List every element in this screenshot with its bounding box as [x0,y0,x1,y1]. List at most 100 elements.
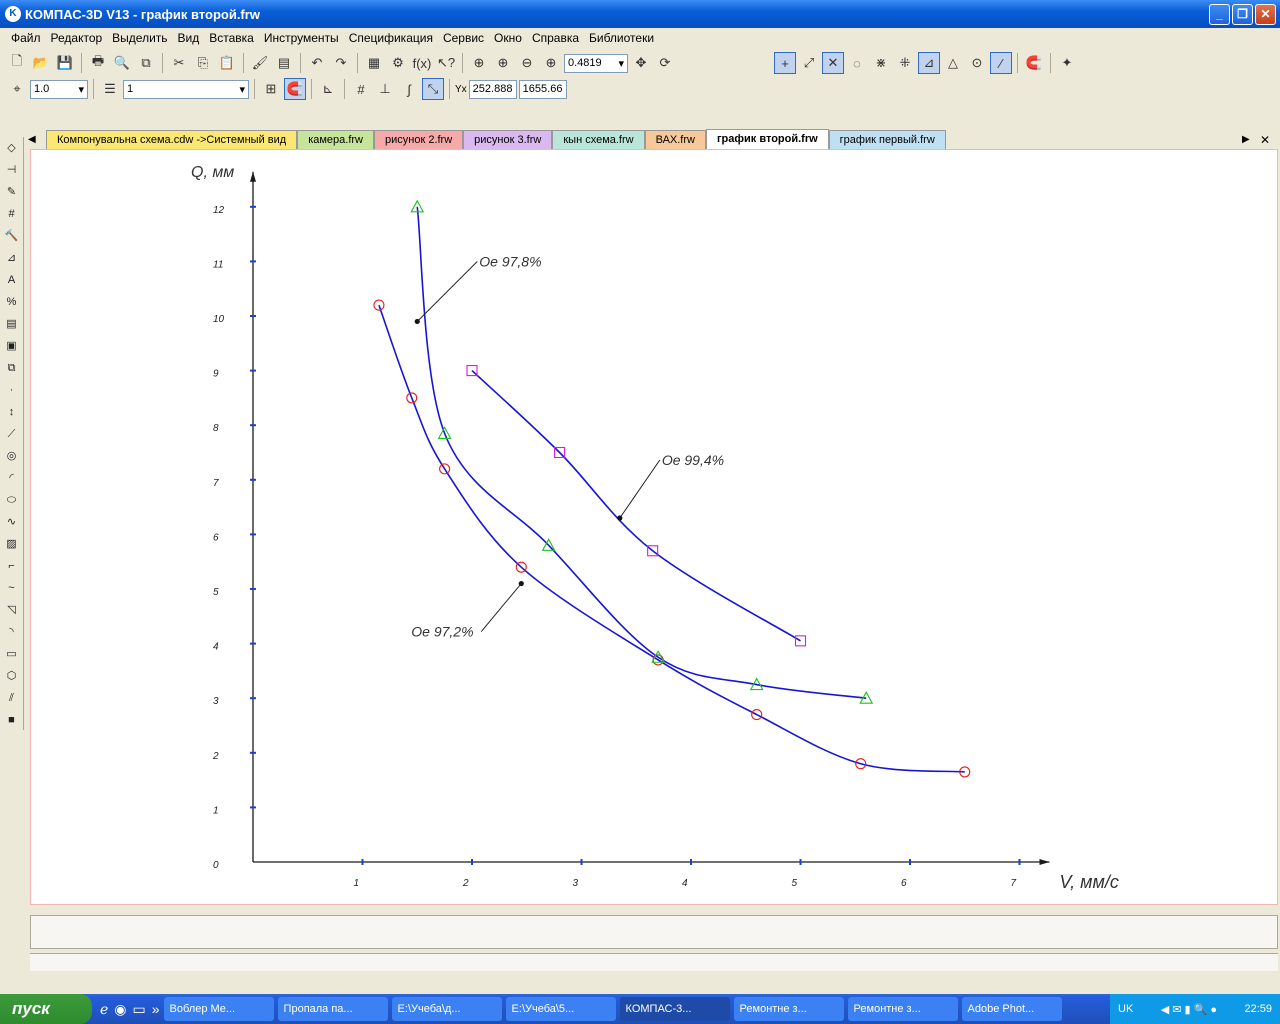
zoom-window-icon[interactable]: ⊕ [468,52,490,74]
save-icon[interactable]: 💾 [54,52,76,74]
task-2[interactable]: Пропала па... [277,997,388,1021]
round-icon[interactable]: ∫ [398,78,420,100]
insert-icon[interactable]: ▣ [0,335,23,357]
document-tab[interactable]: график второй.frw [705,129,829,149]
zoom-out-icon[interactable]: ⊖ [516,52,538,74]
ortho-icon[interactable]: ⊾ [317,78,339,100]
help-pointer-icon[interactable]: ↖? [435,52,457,74]
refresh-icon[interactable]: ⟳ [654,52,676,74]
document-tab[interactable]: график первый.frw [828,130,946,149]
open-file-icon[interactable]: 📂 [30,52,52,74]
tray-icons[interactable]: ◀ ✉ ▮ 🔍 ● [1161,1003,1217,1016]
coordinate-system-icon[interactable]: ⊥ [374,78,396,100]
zoom-combo[interactable]: 0.4819 ▾ [564,53,628,73]
point-icon[interactable]: · [0,379,23,401]
task-4[interactable]: E:\Учеба\5... [505,997,616,1021]
spline-icon[interactable]: ~ [0,577,23,599]
zoom-scale-icon[interactable]: ⊕ [540,52,562,74]
local-cs-icon[interactable]: ⊞ [260,78,282,100]
tree-icon[interactable]: ▦ [363,52,385,74]
document-tab[interactable]: рисунок 3.frw [463,130,553,149]
task-1[interactable]: Воблер Ме... [163,997,274,1021]
paste-icon[interactable]: 📋 [216,52,238,74]
document-tab[interactable]: рисунок 2.frw [374,130,464,149]
desktop-icon[interactable]: ▭ [133,1001,146,1018]
variables-icon[interactable]: f(x) [411,52,433,74]
menu-service[interactable]: Сервис [438,31,489,45]
task-5[interactable]: КОМПАС-3... [619,997,730,1021]
document-tab[interactable]: кын схема.frw [552,130,645,149]
start-button[interactable]: пуск [0,994,92,1024]
grid-icon[interactable]: # [350,78,372,100]
snap-center-icon[interactable]: ⊙ [966,52,988,74]
dimensions-icon[interactable]: ⊣ [0,159,23,181]
snap-tangent-icon[interactable]: ◌ [846,52,868,74]
cut-icon[interactable]: ✂ [168,52,190,74]
library-icon[interactable]: ⚙ [387,52,409,74]
document-tab[interactable]: Компонувальна схема.cdw ->Системный вид [46,130,298,149]
step-cursor-icon[interactable]: ⌖ [6,78,28,100]
menu-specification[interactable]: Спецификация [344,31,438,45]
properties-icon[interactable]: 🖌 [249,52,271,74]
hatch-icon[interactable]: ▨ [0,533,23,555]
measure-icon[interactable]: ⊿ [0,247,23,269]
menu-tools[interactable]: Инструменты [259,31,344,45]
segment-icon[interactable]: ⟋ [0,423,23,445]
fillet-icon[interactable]: ◝ [0,621,23,643]
new-file-icon[interactable]: 🗋 [6,52,28,74]
more-icon[interactable]: » [152,1001,160,1018]
magnet-icon[interactable]: 🧲 [1023,52,1045,74]
snap-options-icon[interactable]: ✦ [1056,52,1078,74]
task-7[interactable]: Ремонтне з... [847,997,958,1021]
chamfer-icon[interactable]: ◹ [0,599,23,621]
snap-grid-icon[interactable]: ⁜ [894,52,916,74]
drawing-canvas[interactable]: 1 2 3 4 5 6 7 0 1 2 3 4 5 6 7 8 9 10 11 12 V, мм/с Q, мм Oe 97… [30,149,1278,905]
parametrization-icon[interactable]: 🔨 [0,225,23,247]
snap-on-curve-icon[interactable]: ⁄ [990,52,1012,74]
table-icon[interactable]: ▤ [273,52,295,74]
polyline-icon[interactable]: ⌐ [0,555,23,577]
bezier-icon[interactable]: ∿ [0,511,23,533]
document-tab[interactable]: ВАХ.frw [644,130,706,149]
menu-insert[interactable]: Вставка [204,31,259,45]
zoom-in-icon[interactable]: ⊕ [492,52,514,74]
preview-icon[interactable]: 🔍 [111,52,133,74]
equidistant-icon[interactable]: ⫽ [0,687,23,709]
geometry-icon[interactable]: ◇ [0,137,23,159]
rectangle-icon[interactable]: ▭ [0,643,23,665]
pan-icon[interactable]: ✥ [630,52,652,74]
ellipse-icon[interactable]: ⬭ [0,489,23,511]
close-document-icon[interactable]: ✕ [1260,131,1278,149]
tabs-scroll-left-icon[interactable]: ◀ [28,131,46,149]
auxiliary-line-icon[interactable]: ↕ [0,401,23,423]
fill-icon[interactable]: ■ [0,709,23,731]
spec-icon[interactable]: % [0,291,23,313]
menu-view[interactable]: Вид [173,31,205,45]
select-icon[interactable]: A [0,269,23,291]
snap-align-icon[interactable]: △ [942,52,964,74]
undo-icon[interactable]: ↶ [306,52,328,74]
polygon-icon[interactable]: ⬡ [0,665,23,687]
tabs-scroll-right-icon[interactable]: ▶ [1242,131,1260,149]
parametric-icon[interactable]: ⤡ [422,78,444,100]
menu-select[interactable]: Выделить [107,31,172,45]
snap-normal-icon[interactable]: ⊿ [918,52,940,74]
fragments-icon[interactable]: ⧉ [0,357,23,379]
maximize-button[interactable]: ❐ [1232,4,1253,25]
reports-icon[interactable]: ▤ [0,313,23,335]
coord-y-field[interactable]: 252.888 [468,79,517,99]
task-6[interactable]: Ремонтне з... [733,997,844,1021]
menu-file[interactable]: Файл [6,31,46,45]
snap-point-icon[interactable]: + [774,52,796,74]
ie-icon[interactable]: ℯ [100,1001,108,1018]
circle-icon[interactable]: ◎ [0,445,23,467]
minimize-button[interactable]: _ [1209,4,1230,25]
arc-icon[interactable]: ◜ [0,467,23,489]
document-tab[interactable]: камера.frw [297,130,374,149]
layers-icon[interactable]: ☰ [99,78,121,100]
close-button[interactable]: ✕ [1255,4,1276,25]
menu-help[interactable]: Справка [527,31,584,45]
redo-icon[interactable]: ↷ [330,52,352,74]
edit-icon[interactable]: # [0,203,23,225]
task-3[interactable]: E:\Учеба\д... [391,997,502,1021]
